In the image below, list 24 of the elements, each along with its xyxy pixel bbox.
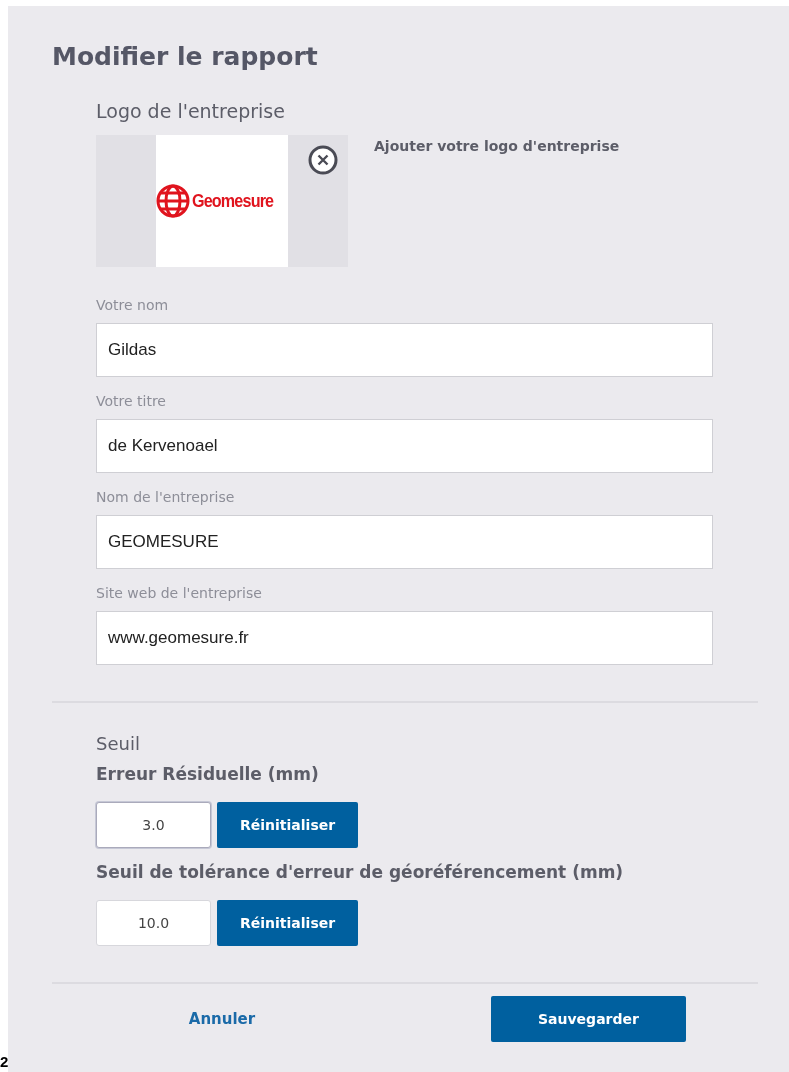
field-label: Votre titre [96,393,167,409]
field-label: Nom de l'entreprise [96,489,236,505]
field-label: Site web de l'entreprise [96,585,263,601]
globe-icon [156,184,191,218]
dialog-title: Modifier le rapport [52,42,319,73]
reset-button[interactable]: Réinitialiser [217,802,359,848]
text-field[interactable]: www.geomesure.fr [96,611,713,665]
logo-text: Geomesure [192,190,274,212]
threshold-label: Seuil de tolérance d'erreur de géoréférencement (mm) [96,862,625,882]
cancel-link[interactable]: Annuler [52,1010,392,1028]
close-icon[interactable] [308,145,338,175]
text-field[interactable]: Gildas [96,323,713,377]
add-logo-link[interactable]: Ajouter votre logo d'entreprise [374,138,620,267]
text-field[interactable]: de Kervenoael [96,419,713,473]
section-heading: Seuil [96,733,141,754]
page-number: 2 [0,1053,9,1070]
reset-button[interactable]: Réinitialiser [217,900,359,946]
text-field[interactable]: GEOMESURE [96,515,713,569]
save-button[interactable]: Sauvegarder [491,996,686,1042]
field-label: Votre nom [96,297,170,313]
section-heading: Logo de l'entreprise [96,100,286,122]
number-field[interactable]: 3.0 [96,802,211,848]
number-field[interactable]: 10.0 [96,900,211,946]
threshold-label: Erreur Résiduelle (mm) [96,764,320,784]
